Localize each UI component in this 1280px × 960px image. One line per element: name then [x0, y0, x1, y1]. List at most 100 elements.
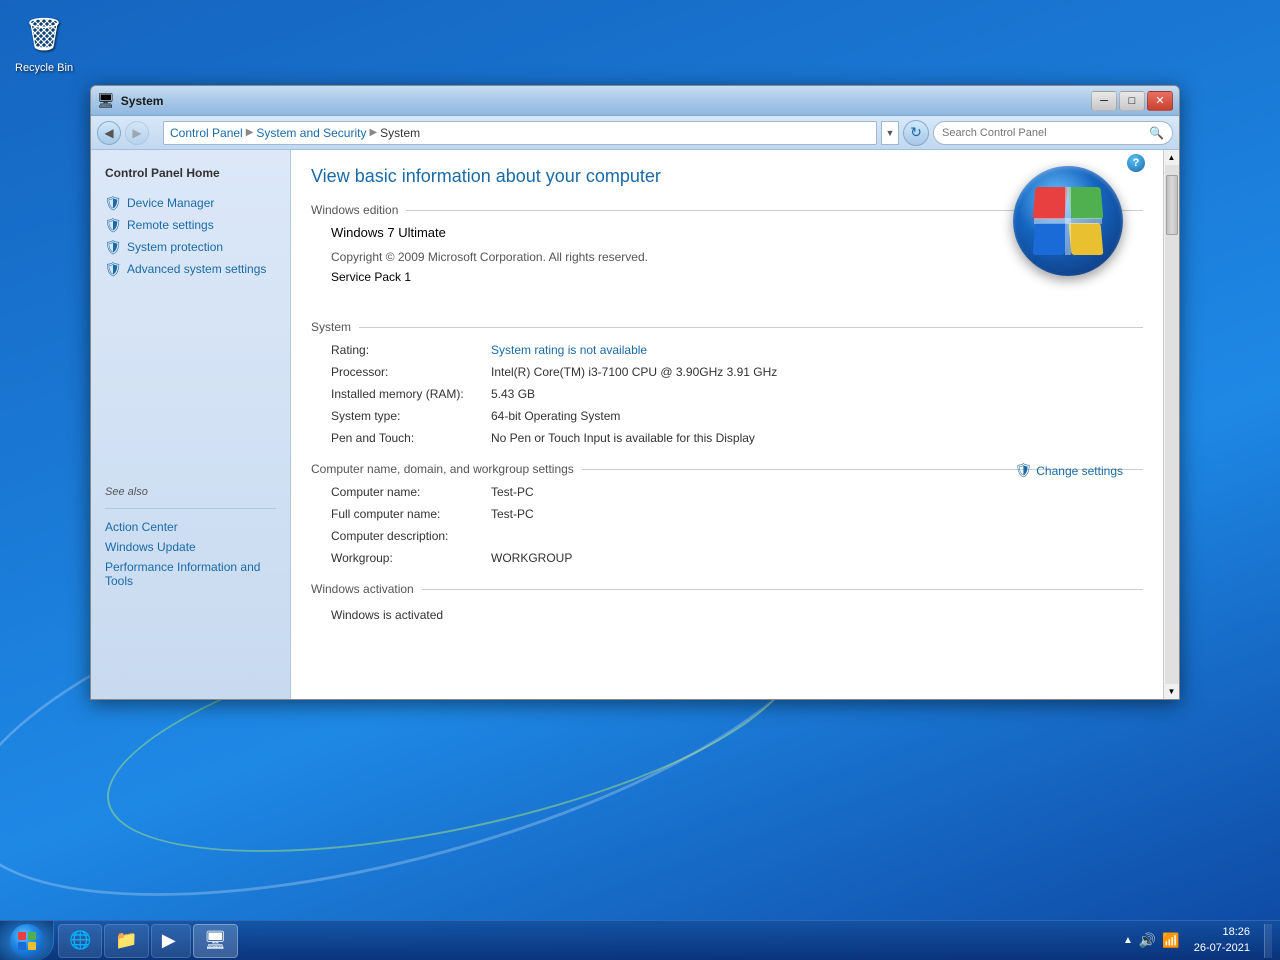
- flag-red: [1033, 187, 1068, 219]
- memory-value: 5.43 GB: [491, 386, 1123, 402]
- windows-logo-circle: [1013, 166, 1123, 276]
- activation-header: Windows activation: [311, 582, 1143, 596]
- flag-green: [1069, 187, 1104, 219]
- scroll-down-button[interactable]: ▼: [1168, 684, 1176, 699]
- scrollbar[interactable]: ▲ ▼: [1163, 150, 1179, 699]
- sidebar-advanced-settings[interactable]: 🛡 Advanced system settings: [91, 258, 290, 280]
- taskbar-control-panel[interactable]: 🖥: [193, 924, 238, 958]
- workgroup-value: WORKGROUP: [491, 550, 1123, 566]
- sidebar-remote-settings[interactable]: 🛡 Remote settings: [91, 214, 290, 236]
- flag-blue: [1033, 223, 1068, 255]
- network-icon[interactable]: 📶: [1162, 932, 1179, 949]
- show-desktop-button[interactable]: [1264, 924, 1272, 958]
- windows-edition-info: Windows 7 Ultimate Copyright © 2009 Micr…: [331, 225, 1123, 284]
- processor-value: Intel(R) Core(TM) i3-7100 CPU @ 3.90GHz …: [491, 364, 1123, 380]
- activation-status: Windows is activated: [311, 604, 1143, 626]
- recycle-bin-label: Recycle Bin: [15, 62, 73, 74]
- back-button[interactable]: ◀: [97, 121, 121, 145]
- breadcrumb-sep-2: ▶: [369, 127, 377, 138]
- ie-icon: 🌐: [69, 930, 91, 951]
- content-area: Control Panel Home 🛡 Device Manager 🛡 Re…: [91, 150, 1179, 699]
- rating-value[interactable]: System rating is not available: [491, 342, 1123, 358]
- flag-yellow: [1069, 223, 1104, 255]
- taskbar-ie[interactable]: 🌐: [58, 924, 102, 958]
- refresh-button[interactable]: ↻: [903, 120, 929, 146]
- breadcrumb-system-security[interactable]: System and Security: [256, 126, 366, 140]
- scroll-track: [1165, 165, 1179, 684]
- windows-copyright: Copyright © 2009 Microsoft Corporation. …: [331, 250, 1123, 264]
- search-icon[interactable]: 🔍: [1149, 126, 1164, 140]
- type-value: 64-bit Operating System: [491, 408, 1123, 424]
- pen-label: Pen and Touch:: [331, 430, 491, 446]
- explorer-icon: 📁: [115, 930, 137, 951]
- system-tray: ▲ 🔊 📶: [1123, 932, 1180, 949]
- scroll-up-button[interactable]: ▲: [1168, 150, 1176, 165]
- clock[interactable]: 18:26 26-07-2021: [1188, 925, 1256, 956]
- close-button[interactable]: ✕: [1147, 91, 1173, 111]
- recycle-bin-icon[interactable]: 🗑 Recycle Bin: [15, 10, 73, 74]
- type-label: System type:: [331, 408, 491, 424]
- shield-icon-2: 🛡: [105, 217, 121, 233]
- sidebar-divider: [105, 508, 276, 509]
- windows-name: Windows 7 Ultimate: [331, 225, 1123, 240]
- taskbar-explorer[interactable]: 📁: [104, 924, 148, 958]
- window-title: System: [121, 94, 1085, 108]
- change-settings-icon: 🛡: [1014, 462, 1032, 479]
- sidebar-system-protection[interactable]: 🛡 System protection: [91, 236, 290, 258]
- start-button[interactable]: [0, 921, 54, 960]
- window-controls: ─ □ ✕: [1091, 91, 1173, 111]
- recycle-bin-graphic: 🗑: [24, 10, 64, 58]
- media-icon: ▶: [162, 930, 176, 951]
- change-settings-container: 🛡 Change settings: [1014, 462, 1123, 479]
- control-panel-icon: 🖥: [204, 930, 227, 951]
- speaker-icon[interactable]: 🔊: [1139, 932, 1156, 949]
- processor-label: Processor:: [331, 364, 491, 380]
- memory-label: Installed memory (RAM):: [331, 386, 491, 402]
- breadcrumb-sep-1: ▶: [246, 127, 254, 138]
- full-name-value: Test-PC: [491, 506, 1123, 522]
- sidebar-performance[interactable]: Performance Information and Tools: [91, 557, 290, 591]
- sidebar-windows-update[interactable]: Windows Update: [91, 537, 290, 557]
- taskbar: 🌐 📁 ▶ 🖥 ▲ 🔊 📶 18:26 26-07-2021: [0, 920, 1280, 960]
- description-label: Computer description:: [331, 528, 491, 544]
- taskbar-items: 🌐 📁 ▶ 🖥: [54, 924, 1115, 958]
- sidebar: Control Panel Home 🛡 Device Manager 🛡 Re…: [91, 150, 291, 699]
- forward-button[interactable]: ▶: [125, 121, 149, 145]
- see-also-label: See also: [91, 480, 290, 500]
- breadcrumb-control-panel[interactable]: Control Panel: [170, 126, 243, 140]
- change-settings-button[interactable]: 🛡 Change settings: [1014, 462, 1123, 479]
- minimize-button[interactable]: ─: [1091, 91, 1117, 111]
- computer-name-label: Computer name:: [331, 484, 491, 500]
- title-bar: 🖥 System ─ □ ✕: [91, 86, 1179, 116]
- sidebar-action-center[interactable]: Action Center: [91, 517, 290, 537]
- tray-arrow[interactable]: ▲: [1123, 935, 1133, 946]
- clock-date: 26-07-2021: [1194, 941, 1250, 956]
- search-box: 🔍: [933, 121, 1173, 145]
- system-window: 🖥 System ─ □ ✕ ◀ ▶ Control Panel ▶ Syste…: [90, 85, 1180, 700]
- taskbar-right: ▲ 🔊 📶 18:26 26-07-2021: [1115, 924, 1280, 958]
- maximize-button[interactable]: □: [1119, 91, 1145, 111]
- windows-sp: Service Pack 1: [331, 270, 1123, 284]
- taskbar-media[interactable]: ▶: [151, 924, 191, 958]
- start-orb: [10, 924, 44, 958]
- windows-logo: [1013, 166, 1133, 286]
- sidebar-home[interactable]: Control Panel Home: [91, 162, 290, 184]
- sidebar-device-manager[interactable]: 🛡 Device Manager: [91, 192, 290, 214]
- workgroup-label: Workgroup:: [331, 550, 491, 566]
- main-content: ? View basic information: [291, 150, 1163, 699]
- computer-name-value: Test-PC: [491, 484, 1123, 500]
- address-bar: ◀ ▶ Control Panel ▶ System and Security …: [91, 116, 1179, 150]
- shield-icon-1: 🛡: [105, 195, 121, 211]
- window-icon: 🖥: [97, 92, 115, 109]
- flag-horizontal-divider: [1034, 218, 1102, 224]
- description-value: [491, 528, 1123, 544]
- address-breadcrumb[interactable]: Control Panel ▶ System and Security ▶ Sy…: [163, 121, 877, 145]
- breadcrumb-system: System: [380, 126, 420, 140]
- shield-icon-3: 🛡: [105, 239, 121, 255]
- search-input[interactable]: [942, 127, 1145, 139]
- full-name-label: Full computer name:: [331, 506, 491, 522]
- scroll-thumb[interactable]: [1166, 175, 1178, 235]
- shield-icon-4: 🛡: [105, 261, 121, 277]
- system-header: System: [311, 320, 1143, 334]
- breadcrumb-dropdown[interactable]: ▼: [881, 121, 899, 145]
